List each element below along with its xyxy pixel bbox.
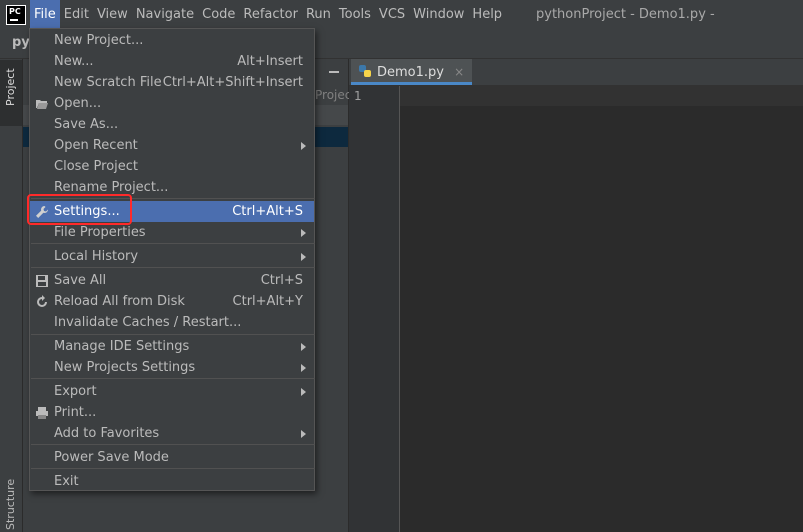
menu-bar: File Edit View Navigate Code Refactor Ru… (30, 0, 506, 30)
menu-vcs[interactable]: VCS (375, 0, 409, 30)
annotation-highlight-box (27, 194, 132, 225)
editor-tab-bar: Demo1.py × (349, 59, 803, 86)
menu-file[interactable]: File (30, 0, 60, 30)
menu-item-manage-ide-settings[interactable]: Manage IDE Settings (30, 336, 314, 357)
menu-item-new-projects-settings[interactable]: New Projects Settings (30, 357, 314, 378)
menu-item-new-project[interactable]: New Project... (30, 30, 314, 51)
structure-tool-tab-label: Structure (4, 478, 17, 530)
save-icon (36, 275, 48, 287)
editor-tab-demo1[interactable]: Demo1.py × (351, 59, 473, 85)
menu-item-open-recent[interactable]: Open Recent (30, 135, 314, 156)
menu-item-reload-all[interactable]: Reload All from Disk Ctrl+Alt+Y (30, 291, 314, 312)
menu-item-exit[interactable]: Exit (30, 471, 314, 492)
menu-separator (31, 267, 315, 268)
menu-item-invalidate-caches[interactable]: Invalidate Caches / Restart... (30, 312, 314, 333)
left-tool-strip (0, 59, 23, 532)
menu-item-power-save-mode[interactable]: Power Save Mode (30, 447, 314, 468)
menu-navigate[interactable]: Navigate (132, 0, 198, 30)
menu-item-save-as[interactable]: Save As... (30, 114, 314, 135)
printer-icon (36, 407, 48, 419)
close-tab-icon[interactable]: × (454, 65, 464, 79)
project-tool-tab-label: Project (4, 68, 17, 106)
menu-item-export[interactable]: Export (30, 381, 314, 402)
minimize-icon[interactable] (329, 71, 339, 73)
menu-separator (31, 334, 315, 335)
menu-refactor[interactable]: Refactor (239, 0, 302, 30)
menu-help[interactable]: Help (468, 0, 506, 30)
submenu-arrow-icon (301, 142, 306, 150)
menu-item-add-to-favorites[interactable]: Add to Favorites (30, 423, 314, 444)
submenu-arrow-icon (301, 388, 306, 396)
submenu-arrow-icon (301, 364, 306, 372)
menu-separator (31, 378, 315, 379)
title-bar: PC File Edit View Navigate Code Refactor… (0, 0, 803, 52)
menu-item-file-properties[interactable]: File Properties (30, 222, 314, 243)
menu-separator (31, 243, 315, 244)
python-file-icon (359, 65, 371, 77)
menu-item-save-all[interactable]: Save All Ctrl+S (30, 270, 314, 291)
menu-item-local-history[interactable]: Local History (30, 246, 314, 267)
menu-separator (31, 468, 315, 469)
project-tree-label: Projec (315, 88, 352, 102)
submenu-arrow-icon (301, 430, 306, 438)
file-menu-dropdown: New Project... New... Alt+Insert New Scra… (29, 28, 315, 491)
menu-item-close-project[interactable]: Close Project (30, 156, 314, 177)
submenu-arrow-icon (301, 253, 306, 261)
menu-run[interactable]: Run (302, 0, 335, 30)
menu-item-print[interactable]: Print... (30, 402, 314, 423)
menu-separator (31, 444, 315, 445)
menu-edit[interactable]: Edit (60, 0, 93, 30)
folder-open-icon (36, 100, 48, 109)
submenu-arrow-icon (301, 229, 306, 237)
menu-window[interactable]: Window (409, 0, 468, 30)
editor-tab-label: Demo1.py (377, 65, 444, 80)
menu-item-open[interactable]: Open... (30, 93, 314, 114)
menu-item-new[interactable]: New... Alt+Insert (30, 51, 314, 72)
menu-tools[interactable]: Tools (335, 0, 375, 30)
line-number: 1 (354, 89, 362, 103)
menu-view[interactable]: View (93, 0, 132, 30)
line-gutter: 1 (349, 86, 400, 532)
pycharm-logo-icon: PC (6, 5, 26, 25)
submenu-arrow-icon (301, 343, 306, 351)
menu-code[interactable]: Code (198, 0, 239, 30)
code-line-current[interactable] (400, 86, 803, 106)
project-tool-tab[interactable]: Project (0, 60, 22, 126)
menu-item-new-scratch-file[interactable]: New Scratch File Ctrl+Alt+Shift+Insert (30, 72, 314, 93)
editor: Demo1.py × 1 (349, 59, 803, 532)
reload-icon (37, 295, 47, 307)
